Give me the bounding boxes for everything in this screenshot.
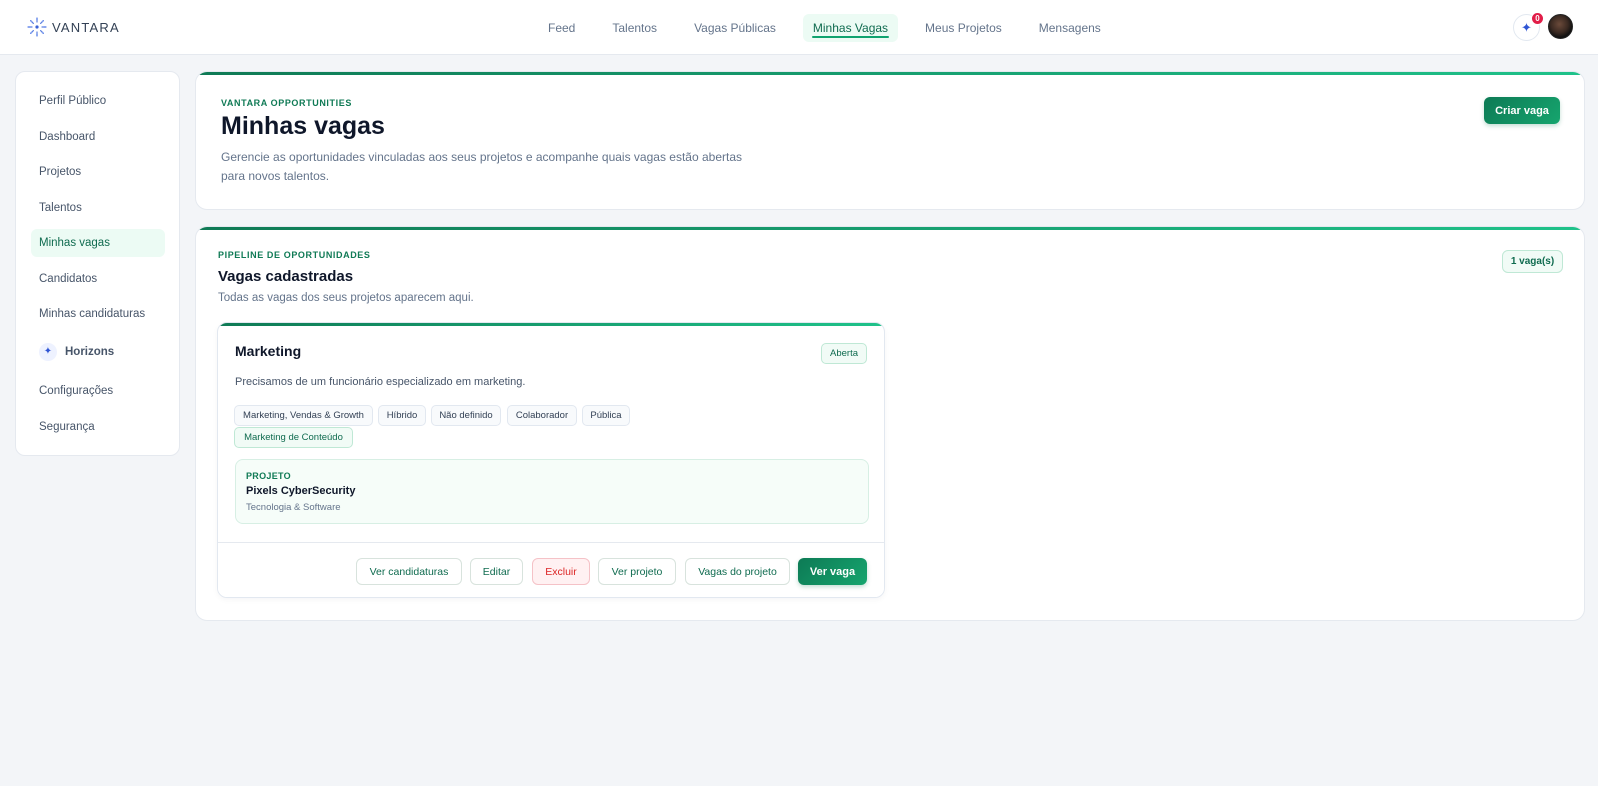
- brand-name: VANTARA: [52, 19, 120, 35]
- pipeline-title: Vagas cadastradas: [218, 268, 354, 285]
- main-nav: Feed Talentos Vagas Públicas Minhas Vaga…: [538, 14, 1128, 42]
- notification-badge: 0: [1531, 12, 1544, 25]
- sidebar-item-candidatos[interactable]: Candidatos: [31, 265, 165, 293]
- pipeline-subtitle: Todas as vagas dos seus projetos aparece…: [218, 292, 474, 304]
- job-highlight-tag: Marketing de Conteúdo: [234, 427, 353, 448]
- view-job-button[interactable]: Ver vaga: [798, 558, 867, 585]
- job-count-badge: 1 vaga(s): [1502, 250, 1563, 273]
- job-tag: Híbrido: [378, 405, 426, 426]
- card-accent-line: [218, 323, 884, 326]
- sidebar-item-configuracoes[interactable]: Configurações: [31, 377, 165, 405]
- page-header-card: VANTARA OPPORTUNITIES Minhas vagas Geren…: [195, 71, 1585, 210]
- project-name: Pixels CyberSecurity: [246, 485, 356, 497]
- sidebar-item-dashboard[interactable]: Dashboard: [31, 123, 165, 151]
- header-description-line2: para novos talentos.: [221, 169, 330, 183]
- job-actions: Ver candidaturas Editar Excluir Ver proj…: [218, 542, 884, 597]
- pipeline-eyebrow: PIPELINE DE OPORTUNIDADES: [218, 250, 371, 260]
- brand-logo[interactable]: VANTARA: [26, 16, 120, 38]
- sidebar-item-projetos[interactable]: Projetos: [31, 158, 165, 186]
- job-card: Marketing Aberta Precisamos de um funcio…: [217, 322, 885, 598]
- nav-mensagens[interactable]: Mensagens: [1029, 14, 1111, 42]
- nav-talentos[interactable]: Talentos: [602, 14, 667, 42]
- nav-minhas-vagas[interactable]: Minhas Vagas: [802, 14, 899, 42]
- project-category: Tecnologia & Software: [246, 502, 341, 513]
- vantara-logo-icon: [27, 17, 47, 37]
- project-jobs-button[interactable]: Vagas do projeto: [685, 558, 790, 585]
- view-project-button[interactable]: Ver projeto: [598, 558, 676, 585]
- job-description: Precisamos de um funcionário especializa…: [235, 376, 526, 388]
- edit-button[interactable]: Editar: [470, 558, 523, 585]
- sidebar-item-perfil-publico[interactable]: Perfil Público: [31, 87, 165, 115]
- sparkle-icon: ✦: [1521, 19, 1532, 35]
- delete-button[interactable]: Excluir: [532, 558, 590, 585]
- sidebar-item-horizons[interactable]: ✦ Horizons: [31, 338, 165, 366]
- sidebar-item-seguranca[interactable]: Segurança: [31, 413, 165, 441]
- sidebar-item-label: Horizons: [65, 346, 115, 358]
- sparkle-icon: ✦: [39, 343, 57, 361]
- job-title: Marketing: [235, 343, 302, 359]
- job-status-badge: Aberta: [821, 343, 867, 364]
- user-avatar[interactable]: [1548, 14, 1573, 39]
- project-label: PROJETO: [246, 471, 291, 481]
- card-accent-line: [196, 72, 1584, 75]
- sidebar: Perfil Público Dashboard Projetos Talent…: [15, 71, 180, 456]
- nav-meus-projetos[interactable]: Meus Projetos: [915, 14, 1012, 42]
- header-description-line1: Gerencie as oportunidades vinculadas aos…: [221, 150, 742, 164]
- job-tag: Colaborador: [507, 405, 577, 426]
- job-project-box: PROJETO Pixels CyberSecurity Tecnologia …: [235, 459, 869, 524]
- sidebar-item-minhas-vagas[interactable]: Minhas vagas: [31, 229, 165, 257]
- view-applications-button[interactable]: Ver candidaturas: [356, 558, 462, 585]
- sidebar-item-minhas-candidaturas[interactable]: Minhas candidaturas: [31, 300, 165, 328]
- job-tag: Marketing, Vendas & Growth: [234, 405, 373, 426]
- sidebar-item-talentos[interactable]: Talentos: [31, 194, 165, 222]
- page-title: Minhas vagas: [221, 112, 385, 140]
- create-job-button[interactable]: Criar vaga: [1484, 97, 1560, 124]
- nav-vagas-publicas[interactable]: Vagas Públicas: [684, 14, 786, 42]
- job-tag: Pública: [582, 405, 630, 426]
- nav-feed[interactable]: Feed: [538, 14, 585, 42]
- card-accent-line: [196, 227, 1584, 230]
- job-tag: Não definido: [431, 405, 501, 426]
- top-navbar: VANTARA Feed Talentos Vagas Públicas Min…: [0, 0, 1598, 55]
- header-eyebrow: VANTARA OPPORTUNITIES: [221, 98, 352, 108]
